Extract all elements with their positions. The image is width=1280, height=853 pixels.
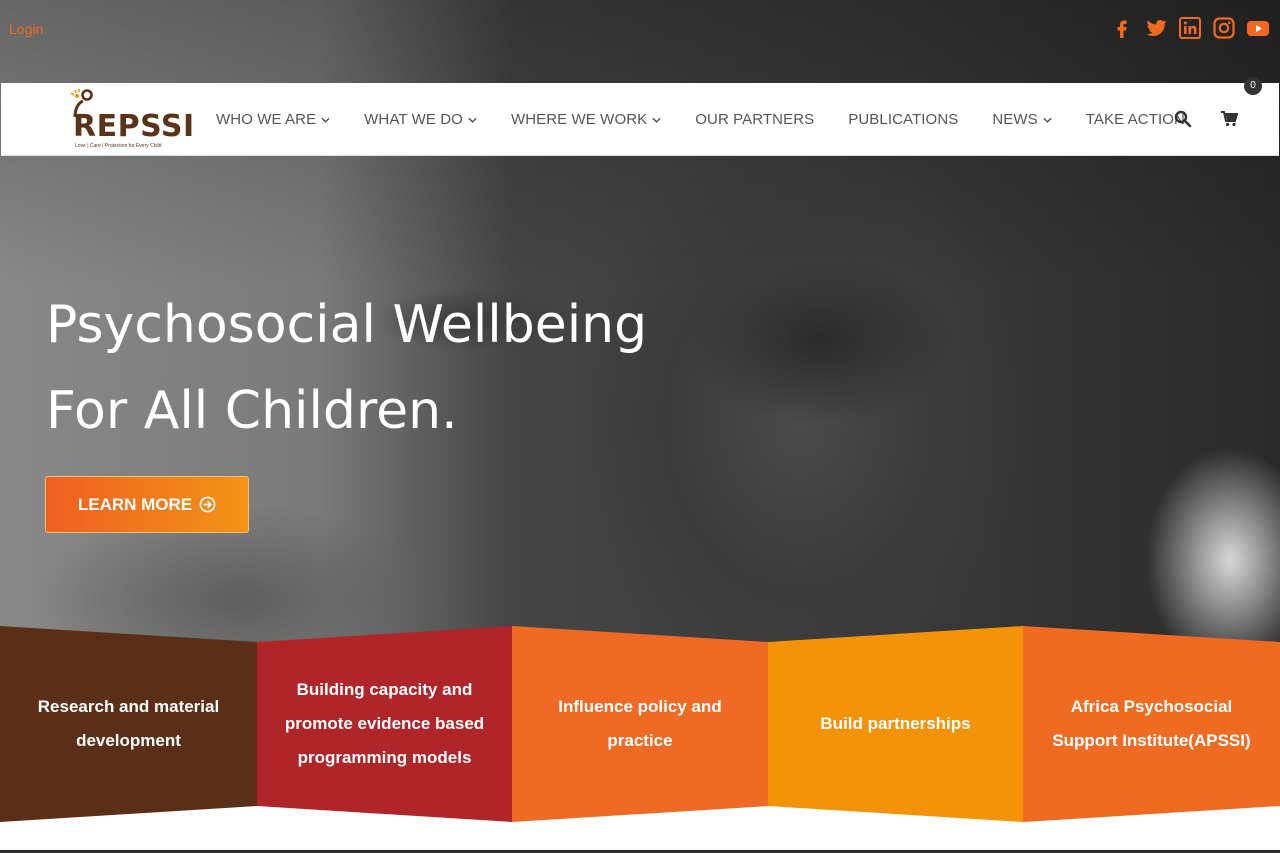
logo-text: REPSSI (73, 109, 195, 144)
nav-item-take-action[interactable]: TAKE ACTION (1086, 111, 1185, 128)
nav-item-our-partners[interactable]: OUR PARTNERS (695, 111, 814, 128)
pillar-line: Building capacity and (296, 680, 473, 699)
pillars-section: Research and material development Buildi… (0, 626, 1280, 826)
repssi-logo[interactable]: REPSSI Love | Care | Protection for Ever… (63, 87, 195, 151)
chevron-down-icon (321, 117, 330, 123)
chevron-down-icon (1043, 117, 1052, 123)
pillar-line: development (76, 731, 181, 750)
cart-count-badge: 0 (1244, 77, 1262, 95)
nav-item-news[interactable]: NEWS (992, 111, 1052, 128)
search-icon[interactable] (1174, 110, 1192, 128)
nav-item-publications[interactable]: PUBLICATIONS (848, 111, 958, 128)
pillar-line: Influence policy and (558, 697, 722, 716)
pillar-line: Support Institute(APSSI) (1052, 731, 1251, 750)
cart-icon[interactable] (1220, 110, 1238, 128)
nav-item-label: OUR PARTNERS (695, 111, 815, 128)
nav-item-label: WHAT WE DO (364, 111, 463, 128)
pillar-influence-policy[interactable]: Influence policy and practice (512, 626, 768, 822)
nav-item-where-we-work[interactable]: WHERE WE WORK (511, 111, 661, 128)
nav-item-who-we-are[interactable]: WHO WE ARE (216, 111, 330, 128)
main-navbar: REPSSI Love | Care | Protection for Ever… (1, 77, 1279, 156)
social-links (1110, 16, 1270, 40)
pillar-line: programming models (297, 748, 472, 767)
pillar-apssi[interactable]: Africa Psychosocial Support Institute(AP… (1023, 626, 1280, 822)
linkedin-icon[interactable] (1178, 16, 1202, 40)
nav-item-label: WHO WE ARE (216, 111, 317, 128)
pillar-line: promote evidence based (284, 714, 485, 733)
nav-item-what-we-do[interactable]: WHAT WE DO (364, 111, 477, 128)
pillar-line: Africa Psychosocial (1070, 697, 1233, 716)
pillar-line: practice (607, 731, 673, 750)
youtube-icon[interactable] (1246, 16, 1270, 40)
facebook-icon[interactable] (1110, 16, 1134, 40)
pillar-partnerships[interactable]: Build partnerships (768, 626, 1023, 822)
nav-item-label: NEWS (992, 111, 1038, 128)
logo-tagline: Love | Care | Protection for Every Child (75, 143, 162, 149)
arrow-circle-right-icon (199, 496, 216, 513)
pillar-line: Build partnerships (820, 714, 971, 733)
chevron-down-icon (652, 117, 661, 123)
instagram-icon[interactable] (1212, 16, 1236, 40)
hero-title: Psychosocial Wellbeing For All Children. (46, 282, 647, 454)
chevron-down-icon (468, 117, 477, 123)
pillar-line: Research and material (37, 697, 220, 716)
nav-item-label: TAKE ACTION (1085, 111, 1185, 128)
login-link[interactable]: Login (9, 21, 43, 37)
twitter-icon[interactable] (1144, 16, 1168, 40)
learn-more-button[interactable]: LEARN MORE (45, 476, 249, 533)
nav-menu: WHO WE ARE WHAT WE DO WHERE WE WORK OUR … (216, 83, 1219, 156)
hero-title-line-1: Psychosocial Wellbeing (46, 295, 648, 355)
pillar-capacity-building[interactable]: Building capacity and promote evidence b… (257, 626, 512, 822)
hero-title-line-2: For All Children. (46, 381, 458, 441)
top-bar: Login (0, 0, 1280, 60)
pillar-research[interactable]: Research and material development (0, 626, 257, 822)
learn-more-label: LEARN MORE (77, 494, 193, 514)
nav-item-label: PUBLICATIONS (848, 111, 959, 128)
nav-item-label: WHERE WE WORK (510, 111, 648, 128)
